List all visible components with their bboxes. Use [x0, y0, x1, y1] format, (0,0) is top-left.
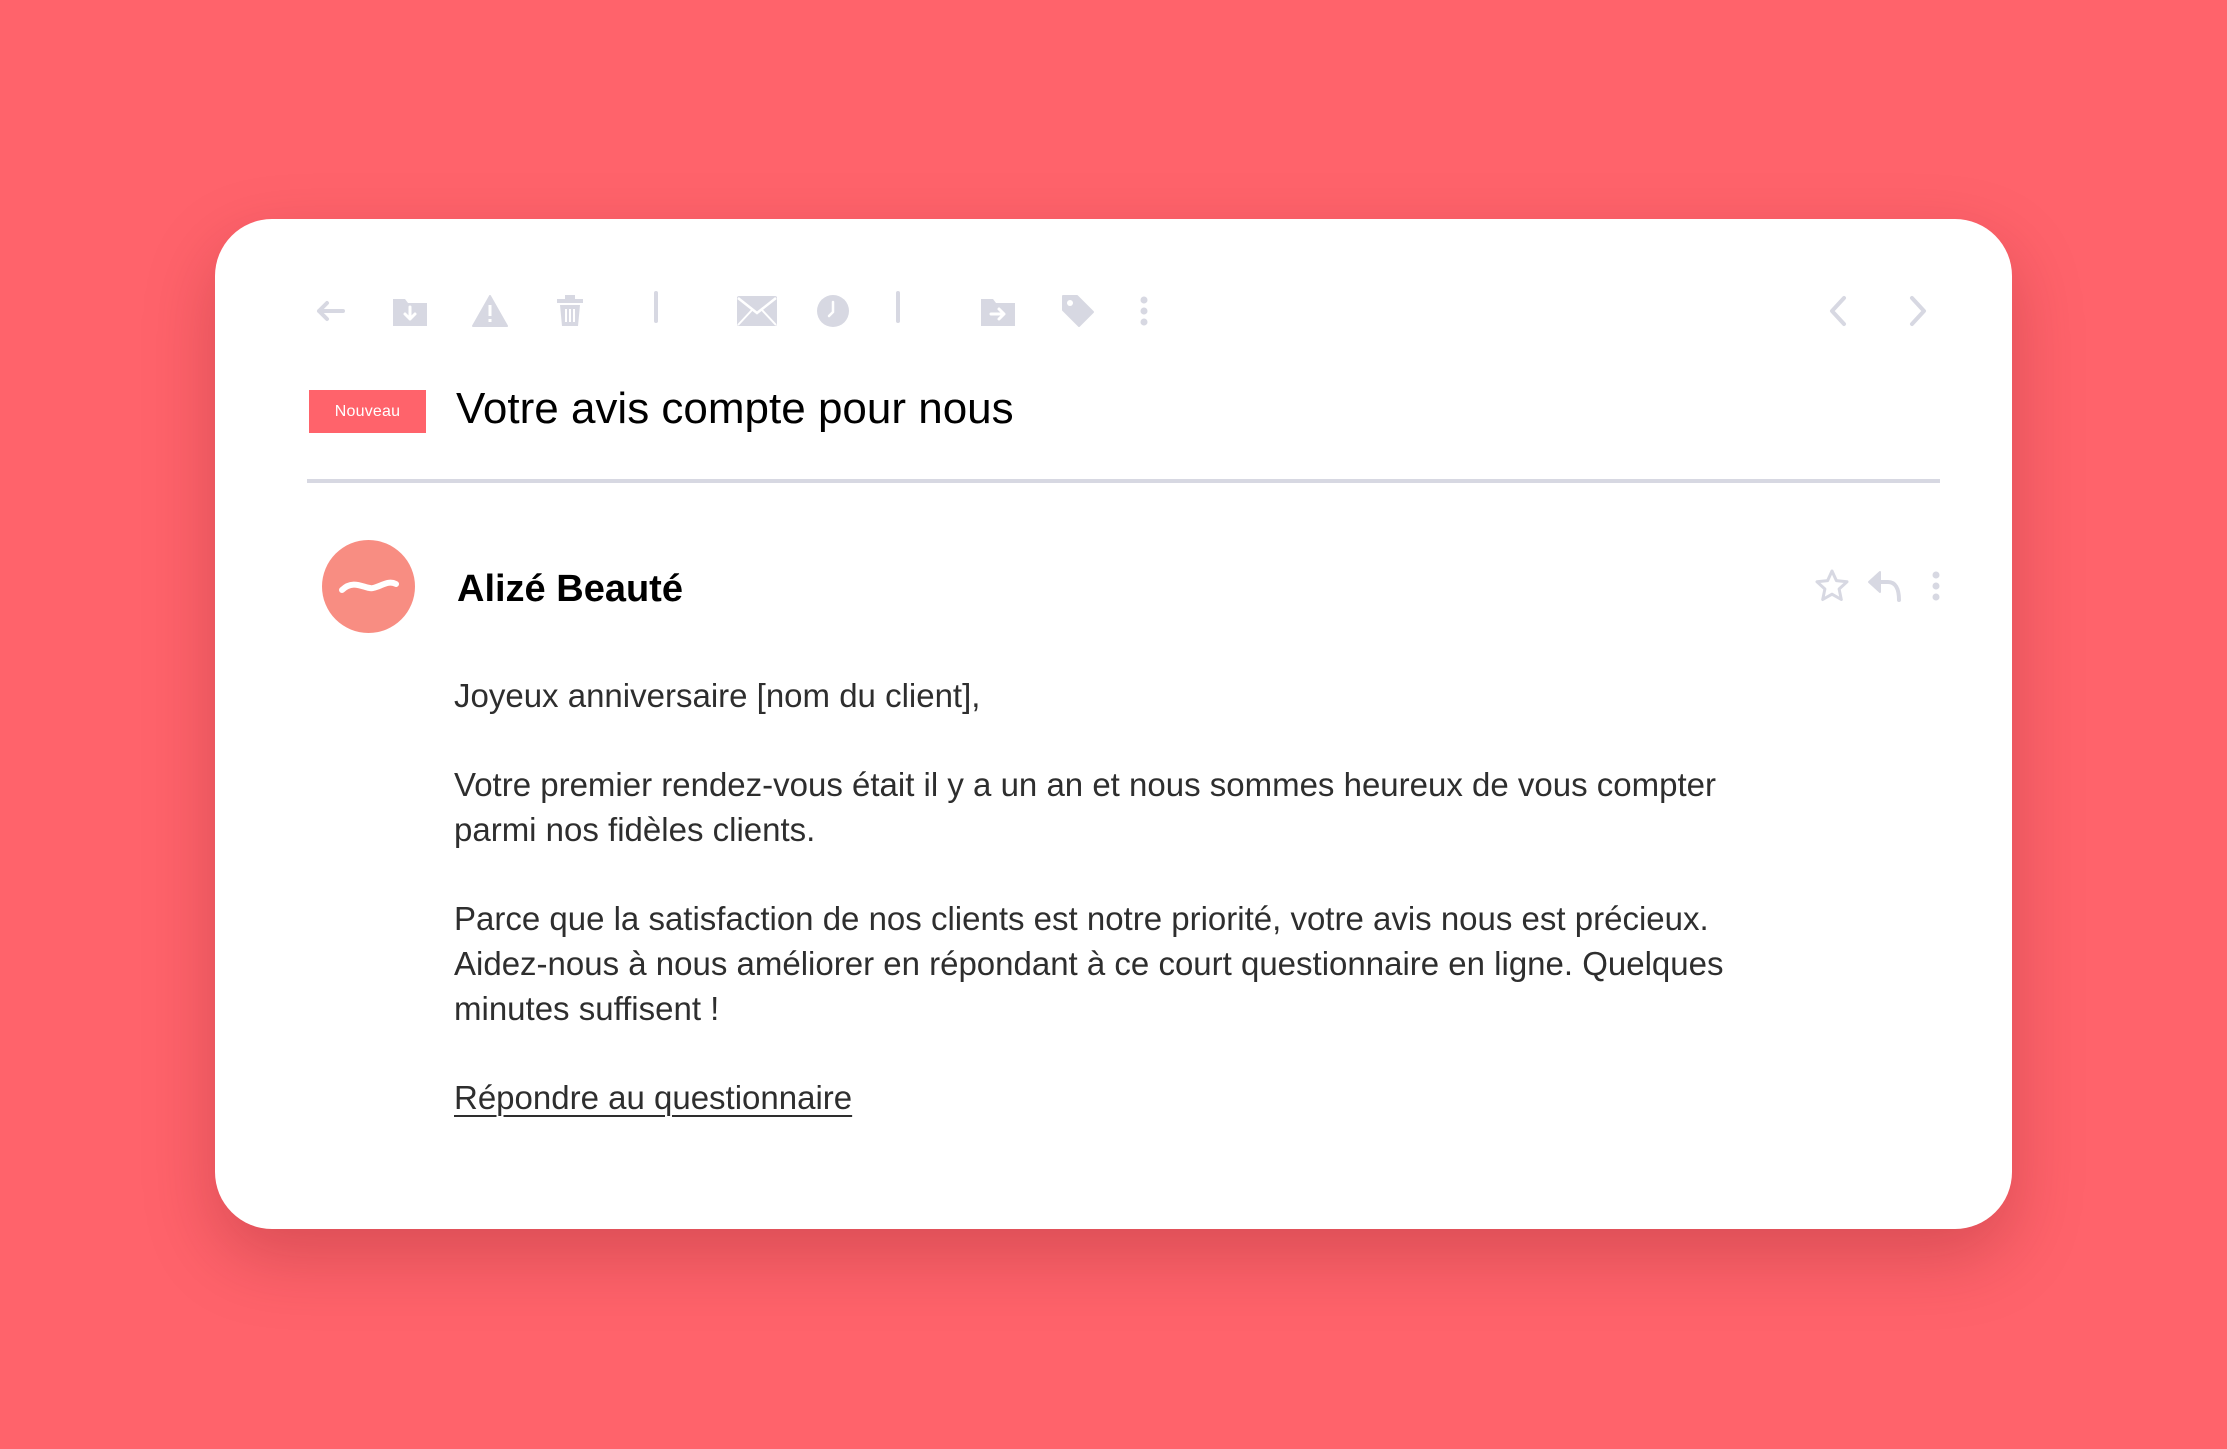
new-badge: Nouveau [309, 390, 426, 433]
mark-unread-envelope-icon[interactable] [734, 288, 780, 334]
brand-wave-logo [339, 579, 399, 593]
body-line: parmi nos fidèles clients. [454, 811, 816, 848]
sender-avatar [322, 540, 415, 633]
next-chevron-icon[interactable] [1895, 288, 1941, 334]
more-options-icon[interactable] [1913, 563, 1959, 609]
toolbar-separator [654, 291, 658, 323]
header-divider [307, 479, 1940, 483]
body-line: Aidez-nous à nous améliorer en répondant… [454, 945, 1724, 982]
greeting: Joyeux anniversaire [nom du client], [454, 677, 981, 714]
email-card: Nouveau Votre avis compte pour nous Aliz… [215, 219, 2012, 1229]
body-line: Votre premier rendez-vous était il y a u… [454, 766, 1716, 803]
more-options-icon[interactable] [1121, 288, 1167, 334]
spam-warning-icon[interactable] [467, 288, 513, 334]
move-to-folder-icon[interactable] [975, 288, 1021, 334]
trash-icon[interactable] [547, 288, 593, 334]
email-toolbar [215, 219, 2012, 399]
sender-name: Alizé Beauté [457, 568, 683, 610]
body-line: minutes suffisent ! [454, 990, 720, 1027]
email-subject: Votre avis compte pour nous [456, 384, 1014, 433]
star-icon[interactable] [1809, 563, 1855, 609]
email-body: Joyeux anniversaire [nom du client], Vot… [454, 673, 1954, 1120]
reply-icon[interactable] [1861, 563, 1907, 609]
back-arrow-icon[interactable] [307, 288, 353, 334]
label-tag-icon[interactable] [1055, 288, 1101, 334]
body-line: Parce que la satisfaction de nos clients… [454, 900, 1709, 937]
survey-link[interactable]: Répondre au questionnaire [454, 1079, 852, 1116]
toolbar-separator [896, 291, 900, 323]
snooze-clock-icon[interactable] [810, 288, 856, 334]
previous-chevron-icon[interactable] [1815, 288, 1861, 334]
archive-icon[interactable] [387, 288, 433, 334]
